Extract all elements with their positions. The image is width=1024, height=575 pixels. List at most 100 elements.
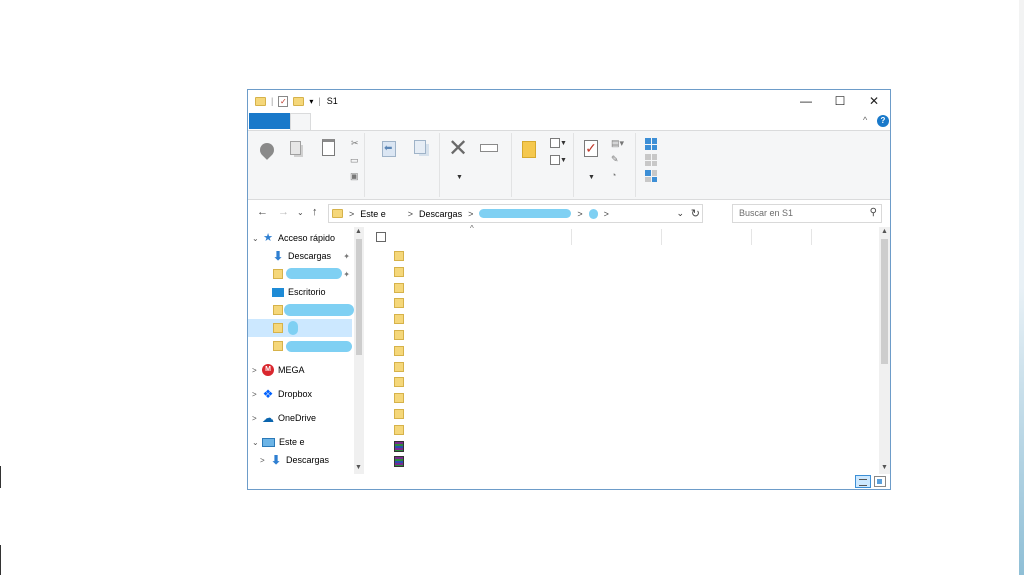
expander-closed-icon[interactable]: > [252, 390, 262, 399]
customize-toolbar-dropdown[interactable]: ▾ [309, 97, 313, 106]
easy-access-button[interactable]: ▼ [550, 155, 567, 165]
copy-to-button[interactable] [414, 140, 426, 154]
back-button[interactable]: ← [257, 206, 268, 218]
nav-item-redacted-folder[interactable] [248, 301, 354, 319]
column-divider[interactable] [571, 229, 572, 245]
delete-button[interactable]: ✕ [448, 136, 468, 160]
list-item[interactable] [394, 393, 406, 405]
rename-button[interactable] [480, 144, 498, 152]
nav-item-desktop[interactable]: Escritorio [248, 283, 352, 301]
recent-locations-button[interactable]: ⌄ [297, 208, 304, 217]
list-item[interactable] [394, 456, 406, 468]
list-item[interactable] [394, 345, 406, 358]
breadcrumb-downloads[interactable]: Descargas [419, 209, 462, 219]
folder-icon[interactable] [255, 96, 266, 106]
new-folder-button[interactable] [522, 141, 536, 158]
tab-home[interactable] [290, 113, 311, 130]
new-item-button[interactable]: ▼ [550, 138, 567, 148]
search-box[interactable]: Buscar en S1 ⚲ [732, 204, 882, 223]
nav-item-this-pc[interactable]: ⌄ Este e [248, 433, 352, 451]
scrollbar-thumb[interactable] [356, 239, 362, 355]
large-icons-view-button[interactable] [874, 476, 886, 487]
select-all-checkbox[interactable] [376, 232, 386, 242]
nav-item-downloads[interactable]: ⬇ Descargas ✦ [248, 247, 352, 265]
list-item[interactable] [394, 361, 406, 374]
list-item[interactable] [394, 409, 406, 421]
scroll-up-arrow[interactable]: ▲ [881, 228, 888, 235]
refresh-button[interactable]: ↻ [691, 207, 700, 220]
edit-button[interactable]: ✎ [611, 154, 619, 165]
properties-icon[interactable]: ✓ [278, 95, 289, 107]
select-none-icon [645, 154, 657, 166]
nav-item-redacted-folder[interactable]: ✦ [248, 265, 352, 283]
search-icon[interactable]: ⚲ [870, 207, 877, 218]
breadcrumb-separator: > [603, 208, 609, 219]
nav-item-downloads-pc[interactable]: > ⬇ Descargas [248, 451, 352, 469]
list-item[interactable] [394, 298, 406, 310]
collapse-ribbon-button[interactable]: ^ [863, 115, 867, 125]
details-view-button[interactable] [855, 475, 871, 488]
help-button[interactable]: ? [877, 115, 889, 127]
invert-selection-button[interactable] [645, 170, 657, 182]
scroll-down-arrow[interactable]: ▼ [355, 464, 362, 471]
properties-dropdown[interactable]: ▼ [588, 174, 595, 181]
copy-button[interactable] [290, 141, 301, 155]
open-button[interactable]: ▤▾ [611, 138, 624, 149]
new-folder-icon[interactable] [293, 96, 305, 106]
address-dropdown-button[interactable]: ⌄ [676, 208, 684, 219]
list-item[interactable] [394, 314, 406, 326]
list-item[interactable] [394, 330, 406, 342]
list-item[interactable] [394, 440, 406, 453]
nav-item-mega[interactable]: > M MEGA [248, 361, 352, 379]
sort-indicator-icon: ^ [470, 224, 474, 233]
copy-path-button[interactable]: ▭ [350, 155, 359, 166]
minimize-button[interactable]: — [789, 90, 823, 112]
scroll-down-arrow[interactable]: ▼ [881, 464, 888, 471]
forward-button[interactable]: → [278, 206, 289, 218]
ribbon: ✂ ▭ ▣ ✕ ▼ ▼ ▼ ✓ ▼ ▤▾ ✎ ◔ [248, 130, 890, 200]
expander-closed-icon[interactable]: > [260, 456, 270, 465]
tab-file[interactable] [249, 113, 290, 129]
move-to-button[interactable] [382, 141, 396, 157]
redacted-breadcrumb[interactable] [479, 209, 572, 218]
list-item[interactable] [394, 266, 406, 279]
expander-open-icon[interactable]: ⌄ [252, 438, 262, 447]
nav-item-onedrive[interactable]: > ☁ OneDrive [248, 409, 352, 427]
cut-button[interactable]: ✂ [351, 138, 359, 149]
up-button[interactable]: ↑ [312, 206, 318, 218]
list-item[interactable] [394, 251, 406, 263]
list-item[interactable] [394, 377, 406, 389]
pin-to-quick-access-button[interactable] [257, 140, 277, 160]
column-divider[interactable] [751, 229, 752, 245]
pc-icon [262, 437, 275, 447]
close-button[interactable]: ✕ [857, 90, 891, 112]
scrollbar-thumb[interactable] [881, 239, 888, 364]
delete-dropdown[interactable]: ▼ [456, 174, 463, 181]
select-none-button[interactable] [645, 154, 657, 166]
column-divider[interactable] [661, 229, 662, 245]
paste-button[interactable] [322, 139, 335, 156]
nav-item-dropbox[interactable]: > ❖ Dropbox [248, 385, 352, 403]
navigation-pane-scrollbar[interactable]: ▲ ▼ [354, 227, 364, 474]
list-item[interactable] [394, 282, 406, 295]
scroll-up-arrow[interactable]: ▲ [355, 228, 362, 235]
expander-closed-icon[interactable]: > [252, 414, 262, 423]
expander-open-icon[interactable]: ⌄ [252, 234, 262, 243]
history-button[interactable]: ◔ [611, 170, 616, 180]
list-item[interactable] [394, 424, 406, 437]
redacted-breadcrumb[interactable] [588, 208, 598, 219]
folder-icon [273, 323, 283, 333]
file-list-scrollbar[interactable]: ▲ ▼ [879, 227, 890, 474]
paste-shortcut-button[interactable]: ▣ [350, 171, 359, 182]
address-bar[interactable]: > Este e > Descargas > > > ⌄ ↻ [328, 204, 703, 223]
column-divider[interactable] [811, 229, 812, 245]
nav-item-redacted-folder[interactable] [248, 337, 352, 355]
nav-item-redacted-folder-selected[interactable] [248, 319, 352, 337]
nav-item-quick-access[interactable]: ⌄ ★ Acceso rápido [248, 229, 352, 247]
breadcrumb-this-pc[interactable]: Este e [360, 209, 386, 219]
maximize-button[interactable]: ☐ [823, 90, 857, 112]
properties-button[interactable]: ✓ [584, 140, 598, 157]
expander-closed-icon[interactable]: > [252, 366, 262, 375]
select-all-button[interactable] [645, 138, 657, 150]
copy-icon [290, 141, 301, 155]
